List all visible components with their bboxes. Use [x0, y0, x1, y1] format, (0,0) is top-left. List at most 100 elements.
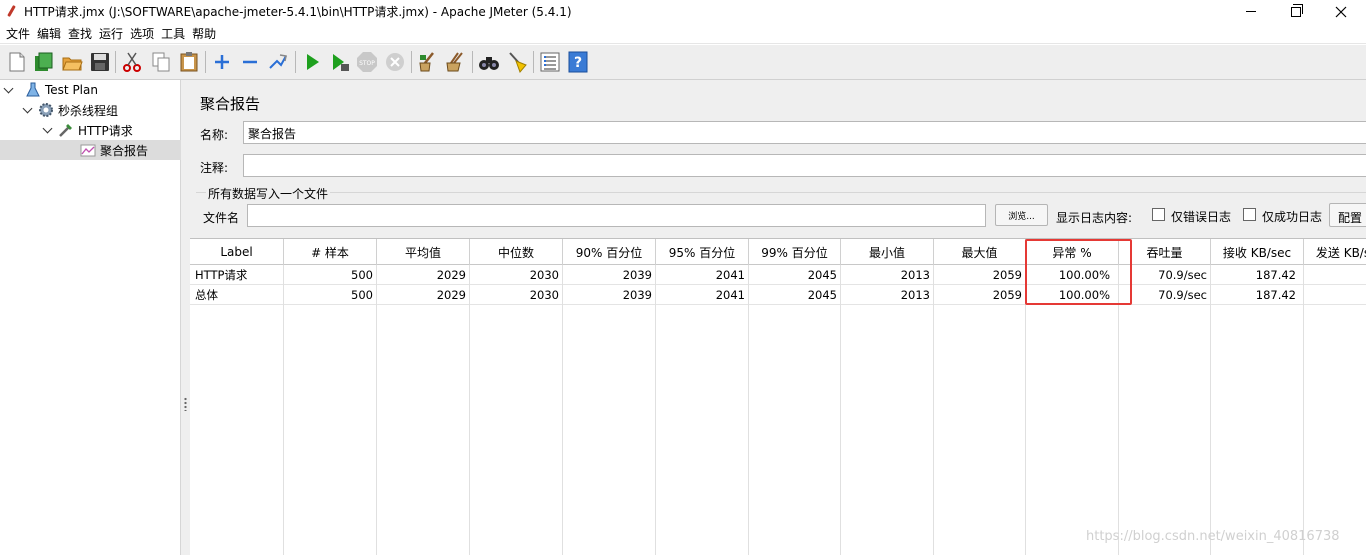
browse-button[interactable]: 浏览...	[995, 204, 1048, 226]
column-header-99-percentile[interactable]: 99% 百分位	[749, 239, 841, 265]
clear-all-icon[interactable]	[445, 51, 467, 73]
chevron-down-icon[interactable]	[3, 84, 15, 96]
cell-max: 2059	[992, 288, 1022, 302]
cut-icon[interactable]	[121, 51, 143, 73]
cell-sent-kb	[1304, 265, 1366, 285]
filename-label: 文件名	[203, 211, 240, 225]
page-title: 聚合报告	[200, 95, 261, 113]
table-header: Label # 样本 平均值 中位数 90% 百分位 95% 百分位 99% 百…	[190, 239, 1366, 265]
success-only-label: 仅成功日志	[1262, 210, 1323, 224]
cell-throughput: 70.9/sec	[1158, 288, 1207, 302]
new-icon[interactable]	[6, 51, 28, 73]
cell-label: HTTP请求	[195, 268, 248, 282]
log-content-label: 显示日志内容:	[1056, 211, 1133, 225]
cell-throughput: 70.9/sec	[1158, 268, 1207, 282]
minimize-button[interactable]	[1228, 0, 1274, 23]
menu-options[interactable]: 选项	[127, 25, 157, 42]
cell-sent-kb	[1304, 285, 1366, 305]
menu-run[interactable]: 运行	[96, 25, 126, 42]
split-pane-divider[interactable]	[181, 80, 190, 555]
cell-received-kb: 187.42	[1255, 288, 1296, 302]
toggle-icon[interactable]	[267, 51, 289, 73]
column-header-95-percentile[interactable]: 95% 百分位	[656, 239, 749, 265]
test-plan-tree: Test Plan 秒杀线程组 HTTP请求 聚合报告	[0, 80, 181, 555]
cell-95-percentile: 2041	[715, 288, 745, 302]
line-chart-icon	[80, 144, 96, 157]
pipette-icon	[59, 124, 72, 137]
close-icon	[1335, 6, 1347, 17]
shutdown-icon[interactable]	[384, 51, 406, 73]
open-icon[interactable]	[61, 51, 83, 73]
test-plan-icon	[26, 82, 40, 97]
cell-90-percentile: 2039	[622, 268, 652, 282]
tree-item-aggregate-report[interactable]: 聚合报告	[0, 140, 181, 160]
column-header-max[interactable]: 最大值	[934, 239, 1026, 265]
column-header-samples[interactable]: # 样本	[284, 239, 377, 265]
errors-only-checkbox[interactable]	[1152, 208, 1165, 221]
cell-min: 2013	[900, 288, 930, 302]
cell-median: 2030	[529, 268, 559, 282]
comment-field[interactable]	[243, 154, 1366, 177]
group-title: 所有数据写入一个文件	[206, 185, 331, 202]
cell-90-percentile: 2039	[622, 288, 652, 302]
column-header-average[interactable]: 平均值	[377, 239, 470, 265]
cell-99-percentile: 2045	[807, 268, 837, 282]
success-only-checkbox[interactable]	[1243, 208, 1256, 221]
tree-item-test-plan[interactable]: Test Plan	[3, 80, 98, 100]
configure-button[interactable]: 配置	[1329, 203, 1366, 227]
start-icon[interactable]	[301, 51, 323, 73]
filename-input[interactable]	[247, 204, 986, 227]
search-icon[interactable]	[478, 51, 500, 73]
jmeter-feather-icon	[6, 5, 18, 19]
help-icon[interactable]: ?	[567, 51, 589, 73]
close-button[interactable]	[1318, 0, 1364, 23]
function-helper-icon[interactable]	[539, 51, 561, 73]
paste-icon[interactable]	[178, 51, 200, 73]
name-label: 名称:	[200, 128, 229, 142]
results-table: Label # 样本 平均值 中位数 90% 百分位 95% 百分位 99% 百…	[190, 238, 1366, 555]
title-bar: HTTP请求.jmx (J:\SOFTWARE\apache-jmeter-5.…	[0, 0, 1366, 23]
table-row[interactable]: 总体 500 2029 2030 2039 2041 2045 2013 205…	[190, 285, 1366, 305]
cell-average: 2029	[436, 288, 466, 302]
cell-received-kb: 187.42	[1255, 268, 1296, 282]
column-header-throughput[interactable]: 吞吐量	[1119, 239, 1211, 265]
comment-label: 注释:	[200, 161, 229, 175]
stop-icon-label: STOP	[359, 60, 375, 67]
drag-handle-icon	[184, 397, 187, 411]
cell-99-percentile: 2045	[807, 288, 837, 302]
stop-icon[interactable]: STOP	[356, 51, 378, 73]
chevron-down-icon[interactable]	[22, 104, 34, 116]
collapse-icon[interactable]	[239, 51, 261, 73]
name-field[interactable]: 聚合报告	[243, 121, 1366, 144]
errors-only-label: 仅错误日志	[1171, 210, 1232, 224]
menu-bar: 文件 编辑 查找 运行 选项 工具 帮助	[0, 23, 1366, 44]
start-no-pause-icon[interactable]	[329, 51, 351, 73]
tree-item-label: HTTP请求	[78, 123, 133, 138]
tree-item-label: 聚合报告	[100, 143, 149, 158]
save-icon[interactable]	[89, 51, 111, 73]
maximize-button[interactable]	[1273, 0, 1319, 23]
expand-icon[interactable]	[211, 51, 233, 73]
column-header-min[interactable]: 最小值	[841, 239, 934, 265]
table-row[interactable]: HTTP请求 500 2029 2030 2039 2041 2045 2013…	[190, 265, 1366, 285]
chevron-down-icon[interactable]	[42, 124, 54, 136]
menu-help[interactable]: 帮助	[189, 25, 219, 42]
column-header-90-percentile[interactable]: 90% 百分位	[563, 239, 656, 265]
column-header-received-kb[interactable]: 接收 KB/sec	[1211, 239, 1304, 265]
templates-icon[interactable]	[33, 51, 55, 73]
column-header-sent-kb[interactable]: 发送 KB/sec	[1304, 239, 1366, 265]
tree-item-thread-group[interactable]: 秒杀线程组	[22, 100, 118, 120]
menu-tools[interactable]: 工具	[158, 25, 188, 42]
menu-edit[interactable]: 编辑	[34, 25, 64, 42]
error-column-highlight	[1025, 239, 1132, 305]
copy-icon[interactable]	[150, 51, 172, 73]
column-header-median[interactable]: 中位数	[470, 239, 563, 265]
menu-search[interactable]: 查找	[65, 25, 95, 42]
tree-item-http-request[interactable]: HTTP请求	[42, 120, 133, 140]
menu-file[interactable]: 文件	[3, 25, 33, 42]
reset-search-icon[interactable]	[506, 51, 528, 73]
window-title: HTTP请求.jmx (J:\SOFTWARE\apache-jmeter-5.…	[24, 5, 572, 19]
clear-icon[interactable]	[417, 51, 439, 73]
group-border	[196, 192, 1366, 193]
column-header-label[interactable]: Label	[190, 239, 284, 265]
